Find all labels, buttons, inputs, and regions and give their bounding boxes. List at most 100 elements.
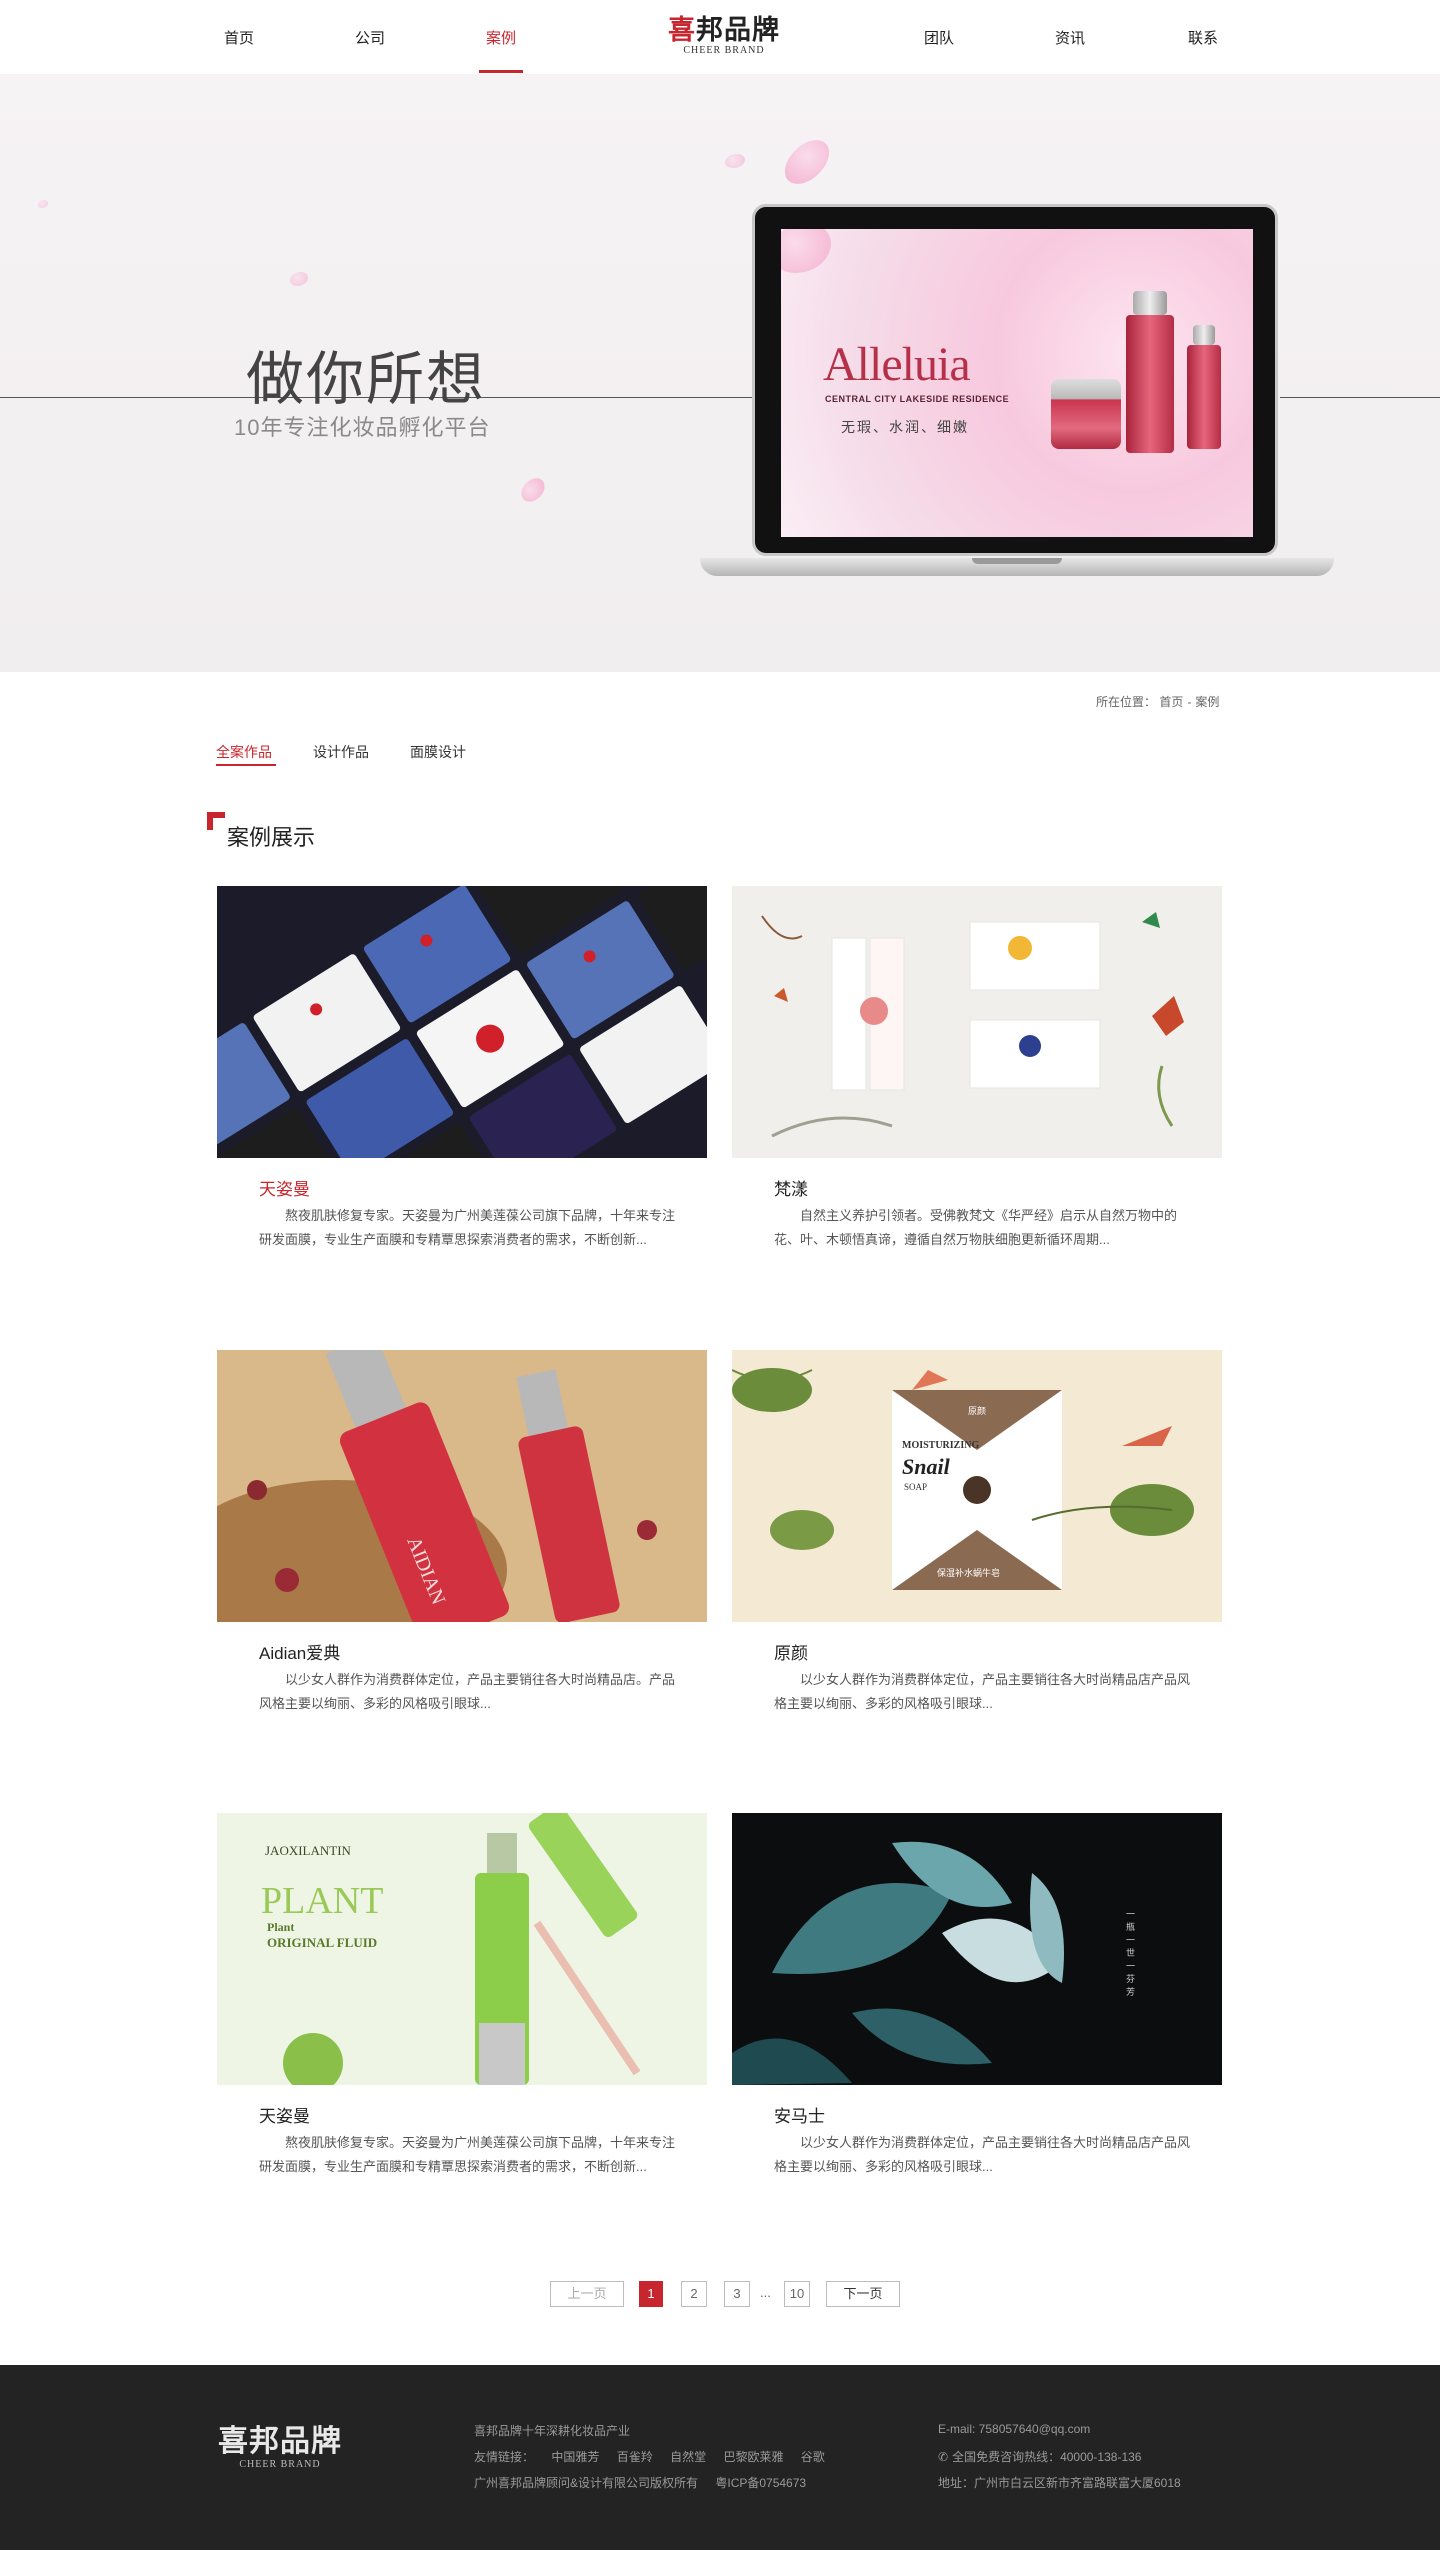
case-image-dark-flower[interactable]: 一瓶一世一芬芳 — [732, 1813, 1222, 2085]
phone-icon: ✆ — [938, 2450, 949, 2464]
bottle — [1126, 315, 1174, 453]
tab-design-works[interactable]: 设计作品 — [313, 742, 369, 762]
soap-badge: 原颜 — [968, 1405, 986, 1416]
footer-link[interactable]: 巴黎欧莱雅 — [723, 2450, 783, 2464]
breadcrumb-separator: - — [1187, 695, 1192, 709]
tab-all-cases[interactable]: 全案作品 — [216, 742, 272, 762]
case-description: 熬夜肌肤修复专家。天姿曼为广州美莲葆公司旗下品牌，十年来专注研发面膜，专业生产面… — [259, 1208, 676, 1247]
pagination-next-button[interactable]: 下一页 — [826, 2281, 900, 2307]
breadcrumb-current: 案例 — [1195, 695, 1220, 709]
footer-link[interactable]: 中国雅芳 — [551, 2450, 599, 2464]
top-nav: 首页 公司 案例 喜邦品牌 CHEER BRAND 团队 资讯 联系 — [0, 0, 1440, 74]
aidian-bottles-illustration: AIDIAN — [217, 1350, 707, 1622]
cream-jar — [1051, 379, 1121, 449]
petal-decoration — [781, 229, 831, 273]
snail-soap-illustration: MOISTURIZING Snail SOAP 原颜 保湿补水蜗牛皂 — [732, 1350, 1222, 1622]
laptop-screen-frame: Alleluia CENTRAL CITY LAKESIDE RESIDENCE… — [752, 204, 1278, 556]
soap-label-line2: Snail — [902, 1454, 951, 1479]
nav-cases[interactable]: 案例 — [486, 27, 516, 48]
footer-address: 地址：广州市白云区新市齐富路联富大厦6018 — [938, 2476, 1181, 2490]
breadcrumb-prefix: 所在位置： — [1096, 695, 1157, 709]
plant-title: PLANT — [261, 1880, 383, 1922]
case-image-snail-soap[interactable]: MOISTURIZING Snail SOAP 原颜 保湿补水蜗牛皂 — [732, 1350, 1222, 1622]
pagination-page-3[interactable]: 3 — [724, 2281, 750, 2307]
vertical-caption: 一瓶一世一芬芳 — [1125, 1909, 1135, 2000]
nav-home[interactable]: 首页 — [224, 27, 254, 48]
screen-brand-sub: CENTRAL CITY LAKESIDE RESIDENCE — [825, 394, 1010, 404]
footer-link[interactable]: 自然堂 — [670, 2450, 706, 2464]
pagination-prev-button[interactable]: 上一页 — [550, 2281, 624, 2307]
petal-decoration — [516, 474, 550, 506]
nav-news[interactable]: 资讯 — [1055, 27, 1085, 48]
case-image-botanical-cards[interactable] — [732, 886, 1222, 1158]
petal-decoration — [778, 130, 836, 194]
case-image-aidian-bottles[interactable]: AIDIAN — [217, 1350, 707, 1622]
case-description: 以少女人群作为消费群体定位，产品主要销往各大时尚精品店产品风格主要以绚丽、多彩的… — [774, 2135, 1191, 2174]
footer-link[interactable]: 百雀羚 — [617, 2450, 653, 2464]
petal-decoration — [290, 272, 308, 286]
nav-team[interactable]: 团队 — [924, 27, 954, 48]
pagination-ellipsis: ... — [760, 2285, 771, 2300]
pagination-page-last[interactable]: 10 — [784, 2281, 810, 2307]
footer-hotline: 全国免费咨询热线：40000-138-136 — [952, 2450, 1142, 2464]
section-title: 案例展示 — [227, 825, 316, 850]
hero-title: 做你所想 — [246, 347, 487, 412]
footer: 喜邦品牌 CHEER BRAND 喜邦品牌十年深耕化妆品产业 友情链接： 中国雅… — [0, 2365, 1440, 2550]
footer-hotline-row: ✆ 全国免费咨询热线：40000-138-136 — [938, 2448, 1155, 2465]
laptop-screen: Alleluia CENTRAL CITY LAKESIDE RESIDENCE… — [781, 229, 1253, 537]
hero-banner: 做你所想 10年专注化妆品孵化平台 Alleluia CENTRAL CITY … — [0, 74, 1440, 672]
case-title[interactable]: 天姿曼 — [259, 2102, 310, 2127]
nav-contact[interactable]: 联系 — [1188, 27, 1218, 48]
footer-links: 友情链接： 中国雅芳 百雀羚 自然堂 巴黎欧莱雅 谷歌 — [474, 2448, 825, 2465]
plant-line2: ORIGINAL FLUID — [267, 1935, 377, 1950]
breadcrumb: 所在位置： 首页 - 案例 — [1096, 693, 1219, 710]
soap-label-line1: MOISTURIZING — [902, 1440, 979, 1451]
case-description: 以少女人群作为消费群体定位，产品主要销往各大时尚精品店产品风格主要以绚丽、多彩的… — [774, 1672, 1191, 1711]
mask-packs-illustration — [217, 886, 707, 1158]
bottle-cap — [1193, 325, 1215, 345]
breadcrumb-home[interactable]: 首页 — [1159, 695, 1183, 709]
petal-decoration — [725, 154, 745, 168]
logo-subtext: CHEER BRAND — [683, 45, 765, 56]
case-title[interactable]: Aidian爱典 — [259, 1639, 340, 1664]
case-image-mask-packs[interactable] — [217, 886, 707, 1158]
logo-text: 喜邦品牌 — [668, 15, 780, 45]
petal-decoration — [38, 200, 48, 208]
footer-link[interactable]: 谷歌 — [801, 2450, 825, 2464]
case-description: 以少女人群作为消费群体定位，产品主要销往各大时尚精品店。产品风格主要以绚丽、多彩… — [259, 1672, 676, 1711]
nav-active-underline — [479, 70, 523, 73]
footer-logo[interactable]: 喜邦品牌 CHEER BRAND — [218, 2425, 342, 2471]
soap-label-line3: SOAP — [904, 1482, 927, 1492]
screen-tagline: 无瑕、水润、细嫩 — [841, 419, 969, 435]
plant-brand: JAOXILANTIN — [265, 1843, 352, 1858]
bottle-cap — [1133, 291, 1167, 315]
section-title-mark — [207, 812, 225, 830]
hero-subtitle: 10年专注化妆品孵化平台 — [234, 415, 491, 440]
tab-active-underline — [216, 764, 276, 766]
footer-email: E-mail: 758057640@qq.com — [938, 2422, 1091, 2436]
dark-flower-illustration: 一瓶一世一芬芳 — [732, 1813, 1222, 2085]
laptop-notch — [972, 558, 1062, 564]
footer-links-label: 友情链接： — [474, 2450, 535, 2464]
case-title[interactable]: 梵漾 — [774, 1175, 808, 1200]
pagination-page-1[interactable]: 1 — [639, 2281, 663, 2307]
footer-logo-text: 喜邦品牌 — [218, 2425, 342, 2458]
plant-fluid-illustration: JAOXILANTIN PLANT Plant ORIGINAL FLUID — [217, 1813, 707, 2085]
case-title[interactable]: 安马士 — [774, 2102, 825, 2127]
nav-company[interactable]: 公司 — [355, 27, 385, 48]
tab-mask-design[interactable]: 面膜设计 — [410, 742, 466, 762]
soap-cn-label: 保湿补水蜗牛皂 — [937, 1567, 1000, 1578]
logo[interactable]: 喜邦品牌 CHEER BRAND — [668, 16, 780, 56]
laptop-mockup: Alleluia CENTRAL CITY LAKESIDE RESIDENCE… — [700, 204, 1334, 604]
screen-brand: Alleluia — [823, 338, 971, 391]
footer-copyright: 广州喜邦品牌顾问&设计有限公司版权所有 粤ICP备0754673 — [474, 2474, 820, 2491]
case-title[interactable]: 天姿曼 — [259, 1175, 310, 1200]
pagination-page-2[interactable]: 2 — [681, 2281, 707, 2307]
footer-logo-subtext: CHEER BRAND — [239, 2459, 321, 2470]
case-description: 自然主义养护引领者。受佛教梵文《华严经》启示从自然万物中的花、叶、木顿悟真谛，遵… — [774, 1208, 1178, 1247]
footer-icp: 粤ICP备0754673 — [715, 2476, 807, 2490]
case-title[interactable]: 原颜 — [774, 1639, 808, 1664]
footer-copyright-text: 广州喜邦品牌顾问&设计有限公司版权所有 — [474, 2476, 699, 2490]
case-image-plant-fluid[interactable]: JAOXILANTIN PLANT Plant ORIGINAL FLUID — [217, 1813, 707, 2085]
footer-slogan: 喜邦品牌十年深耕化妆品产业 — [474, 2424, 631, 2438]
